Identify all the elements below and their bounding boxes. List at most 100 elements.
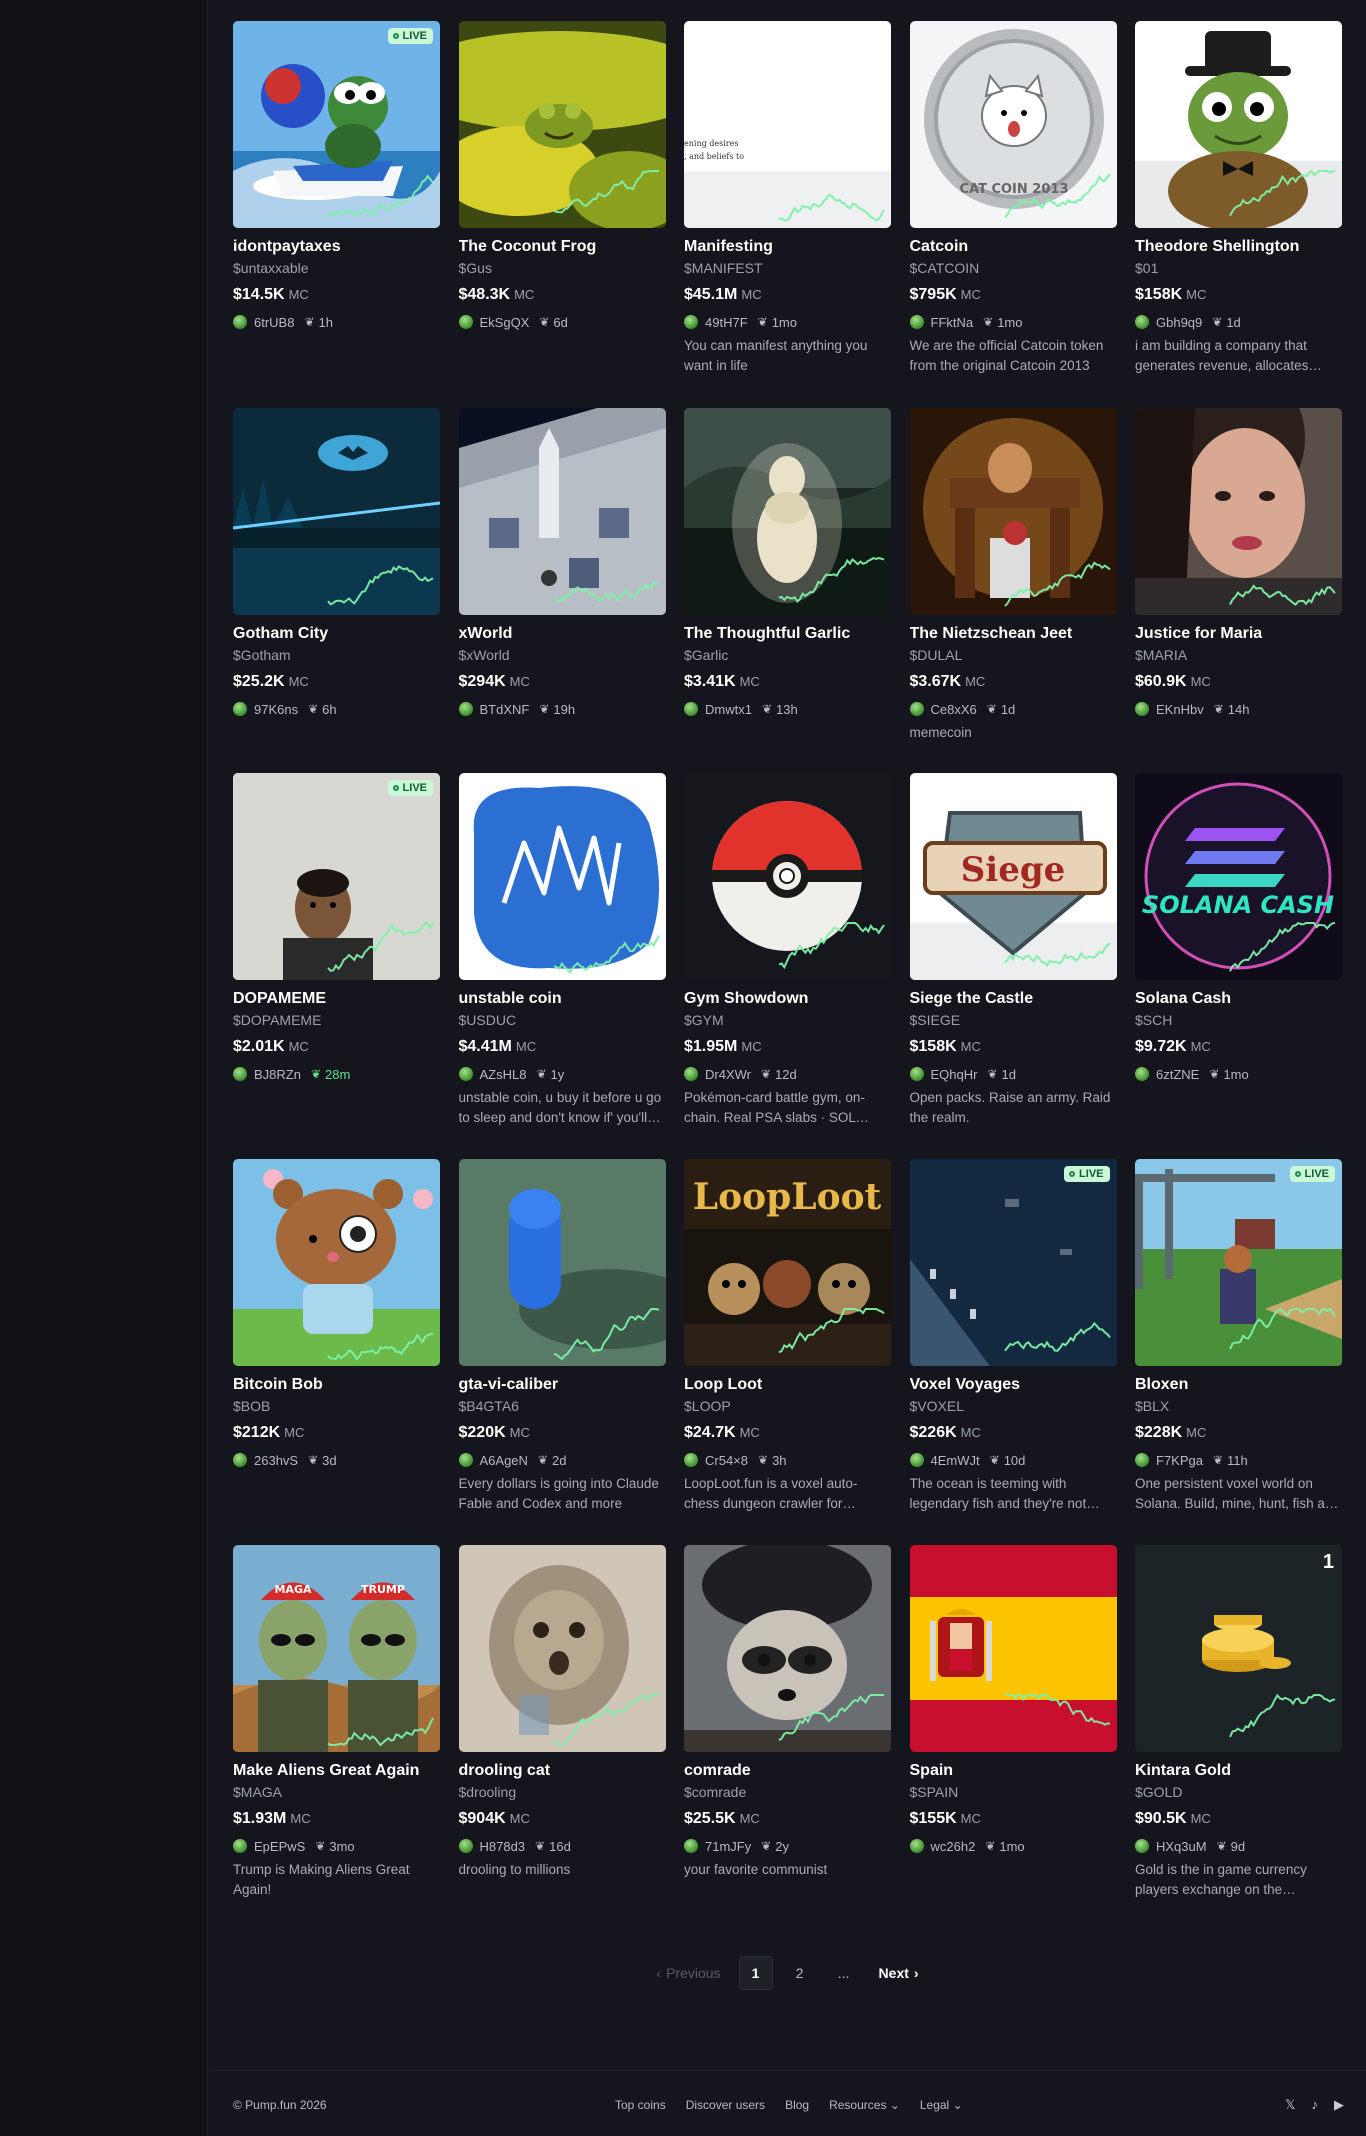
coin-image: ening desires, and beliefs to [684,21,891,228]
previous-page-button[interactable]: ‹ Previous [648,1956,728,1990]
coin-card[interactable]: unstable coin $USDUC $4.41M MC AZsHL8 ❦ 1y… [458,773,666,1128]
market-cap-value: $158K [909,1038,957,1055]
coin-card[interactable]: LIVE idontpaytaxes $untaxxable $14.5K MC … [233,21,440,376]
x-icon[interactable]: 𝕏 [1285,2097,1295,2113]
coin-image: MAGA TRUMP [233,1545,440,1752]
sprout-icon: ❦ [758,1453,769,1467]
creator-address[interactable]: Dmwtx1 [705,702,752,717]
creator-address[interactable]: 6ztZNE [1156,1067,1199,1082]
market-cap: $212K MC [233,1424,440,1444]
price-sparkline [1229,1307,1336,1350]
creator-address[interactable]: wc26h2 [931,1839,976,1854]
coin-meta: BJ8RZn ❦ 28m [233,1065,440,1083]
broadcast-icon [392,33,399,39]
creator-address[interactable]: 49tH7F [705,315,748,330]
coin-ticker: $VOXEL [909,1398,964,1414]
creator-address[interactable]: Ce8xX6 [931,702,977,717]
creator-address[interactable]: EKnHbv [1156,702,1204,717]
creator-avatar [909,1453,924,1467]
creator-address[interactable]: 263hvS [254,1453,298,1468]
creator-avatar [684,702,698,716]
youtube-icon[interactable]: ▶ [1334,2097,1344,2113]
coin-card[interactable]: The Nietzschean Jeet $DULAL $3.67K MC Ce8… [909,408,1117,763]
coin-card[interactable]: comrade $comrade $25.5K MC 71mJFy ❦ 2y you… [684,1545,891,1900]
creator-address[interactable]: FFktNa [931,315,974,330]
coin-name: Justice for Maria [1135,625,1263,642]
coin-card[interactable]: Gotham City $Gotham $25.2K MC 97K6ns ❦ 6h [233,408,440,763]
coin-meta: Gbh9q9 ❦ 1d [1135,313,1342,331]
creator-address[interactable]: 71mJFy [705,1839,751,1854]
creator-address[interactable]: HXq3uM [1156,1839,1207,1854]
coin-card[interactable]: LIVE DOPAMEME $DOPAMEME $2.01K MC BJ8RZn … [233,773,440,1128]
tiktok-icon[interactable]: ♪ [1312,2097,1319,2113]
coin-age: ❦ 1d [986,701,1016,717]
price-sparkline [1003,561,1111,607]
next-page-button[interactable]: Next › [871,1956,927,1990]
price-sparkline [327,1333,434,1361]
coin-card[interactable]: Theodore Shellington $01 $158K MC Gbh9q9 … [1135,21,1342,376]
creator-address[interactable]: EkSgQX [480,315,530,330]
creator-address[interactable]: 4EmWJt [931,1453,980,1468]
page-1-button[interactable]: 1 [738,1956,773,1990]
market-cap-label: MC [739,1425,760,1440]
coin-ticker: $GYM [684,1012,724,1028]
coin-card[interactable]: The Coconut Frog $Gus $48.3K MC EkSgQX ❦ 6… [458,21,666,376]
footer-link-top-coins[interactable]: Top coins [615,2098,666,2112]
coin-card[interactable]: gta-vi-caliber $B4GTA6 $220K MC A6AgeN ❦ 2… [458,1159,666,1514]
creator-address[interactable]: Dr4XWr [705,1067,751,1082]
coin-card[interactable]: Gym Showdown $GYM $1.95M MC Dr4XWr ❦ 12d P… [684,773,891,1128]
market-cap-value: $2.01K [233,1038,285,1055]
footer-link-discover-users[interactable]: Discover users [686,2098,765,2112]
creator-address[interactable]: Gbh9q9 [1156,315,1202,330]
coin-card[interactable]: LIVE Voxel Voyages $VOXEL $226K MC 4EmWJt… [909,1159,1117,1514]
coin-card[interactable]: CAT COIN 2013 Catcoin $CATCOIN $795K MC F… [909,21,1117,376]
coin-age: ❦ 6d [539,314,568,330]
coin-card[interactable]: SOLANA CASH Solana Cash $SCH $9.72K MC 6z… [1135,773,1342,1128]
coin-card[interactable]: Siege Siege the Castle $SIEGE $158K MC EQ… [909,773,1117,1128]
coin-card[interactable]: The Thoughtful Garlic $Garlic $3.41K MC D… [684,408,891,763]
creator-avatar [458,1067,473,1081]
coin-card[interactable]: drooling cat $drooling $904K MC H878d3 ❦ 1… [458,1545,666,1900]
creator-address[interactable]: A6AgeN [480,1453,528,1468]
creator-address[interactable]: 6trUB8 [254,315,294,330]
creator-address[interactable]: EQhqHr [931,1067,978,1082]
creator-address[interactable]: EpEPwS [254,1839,305,1854]
coin-ticker: $CATCOIN [909,260,980,276]
coin-meta: EkSgQX ❦ 6d [458,313,666,331]
market-cap: $45.1M MC [684,286,891,306]
page-2-button[interactable]: 2 [783,1956,817,1990]
coin-card[interactable]: LIVE Bloxen $BLX $228K MC F7KPga ❦ 11h One… [1135,1159,1342,1514]
coin-card[interactable]: Spain $SPAIN $155K MC wc26h2 ❦ 1mo [909,1545,1117,1900]
coin-description: LoopLoot.fun is a voxel auto-chess dunge… [684,1476,858,1511]
coin-ticker: $DOPAMEME [233,1012,322,1028]
market-cap: $25.5K MC [684,1810,891,1830]
creator-avatar [909,1067,924,1081]
coin-description: your favorite communist [684,1862,828,1877]
coin-name: Solana Cash [1135,990,1232,1007]
creator-address[interactable]: BTdXNF [480,702,530,717]
footer-link-resources[interactable]: Resources ⌄ [829,2098,900,2112]
coin-card[interactable]: 1 Kintara Gold $GOLD $90.5K MC HXq3uM ❦ 9d… [1135,1545,1342,1900]
chevron-down-icon: ⌄ [952,2098,963,2112]
coin-card[interactable]: xWorld $xWorld $294K MC BTdXNF ❦ 19h [458,408,666,763]
sprout-icon: ❦ [304,315,315,329]
coin-age: ❦ 11h [1212,1452,1248,1468]
coin-card[interactable]: ening desires, and beliefs to Manifestin… [684,21,891,376]
coin-row: LIVE idontpaytaxes $untaxxable $14.5K MC … [233,21,1342,376]
coin-card[interactable]: Justice for Maria $MARIA $60.9K MC EKnHbv… [1135,408,1342,763]
coin-card[interactable]: MAGA TRUMP Make Aliens Great Again $MAGA … [233,1545,440,1900]
coin-image [458,773,666,980]
coin-card[interactable]: LoopLoot Loop Loot $LOOP $24.7K MC Cr54×8… [684,1159,891,1514]
footer-link-legal[interactable]: Legal ⌄ [920,2098,963,2112]
creator-address[interactable]: H878d3 [480,1839,526,1854]
coin-card[interactable]: Bitcoin Bob $BOB $212K MC 263hvS ❦ 3d [233,1159,440,1514]
footer-link-blog[interactable]: Blog [785,2098,809,2112]
creator-address[interactable]: 97K6ns [254,702,298,717]
market-cap-label: MC [1190,1039,1211,1054]
creator-address[interactable]: F7KPga [1156,1453,1203,1468]
creator-address[interactable]: AZsHL8 [480,1067,527,1082]
coin-name: drooling cat [458,1762,551,1779]
creator-address[interactable]: BJ8RZn [254,1067,301,1082]
creator-address[interactable]: Cr54×8 [705,1453,748,1468]
sprout-icon: ❦ [761,702,773,716]
